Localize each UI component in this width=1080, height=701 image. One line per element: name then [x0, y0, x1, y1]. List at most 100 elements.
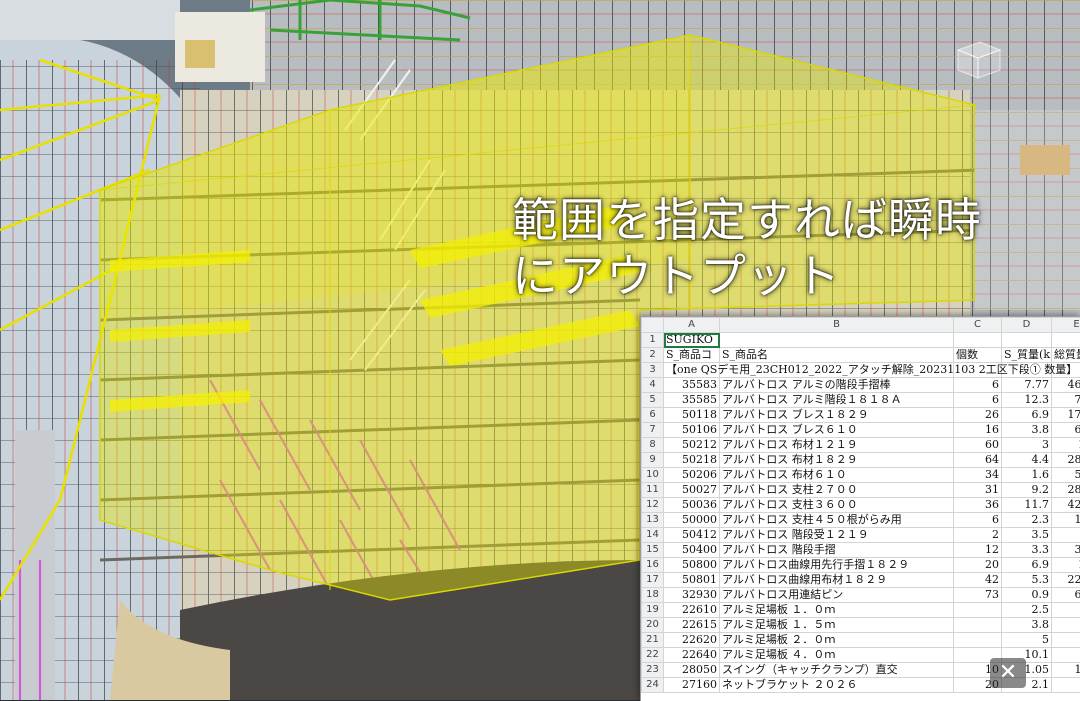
cell-e[interactable]: 138: [1052, 558, 1080, 573]
cell-d[interactable]: 2.5: [1002, 603, 1052, 618]
cell-e[interactable]: 39.6: [1052, 543, 1080, 558]
column-header-c[interactable]: C: [954, 318, 1002, 333]
cell-e[interactable]: 60.8: [1052, 423, 1080, 438]
cell-b[interactable]: ネットブラケット ２０２６: [720, 678, 954, 693]
cell-a[interactable]: 50400: [664, 543, 720, 558]
cell-c[interactable]: 6: [954, 513, 1002, 528]
cell-b[interactable]: アルバトロス 布材６１０: [720, 468, 954, 483]
cell-a[interactable]: 50206: [664, 468, 720, 483]
cell-e[interactable]: 180: [1052, 438, 1080, 453]
cell-c[interactable]: 26: [954, 408, 1002, 423]
cell-d[interactable]: 7.77: [1002, 378, 1052, 393]
cell-c[interactable]: 20: [954, 558, 1002, 573]
cell-c[interactable]: 2: [954, 528, 1002, 543]
cell-b[interactable]: スイング（キャッチクランプ）直交: [720, 663, 954, 678]
cell-b[interactable]: アルバトロス曲線用先行手摺１８２９: [720, 558, 954, 573]
cell-b[interactable]: アルミ足場板 ４．０ｍ: [720, 648, 954, 663]
row-number[interactable]: 10: [642, 468, 664, 483]
cell-e[interactable]: 73.8: [1052, 393, 1080, 408]
cell-e[interactable]: 0: [1052, 633, 1080, 648]
cell-b[interactable]: アルバトロス 支柱４５０根がらみ用: [720, 513, 954, 528]
row-number[interactable]: 24: [642, 678, 664, 693]
cell-a[interactable]: 50218: [664, 453, 720, 468]
cell-c[interactable]: 42: [954, 573, 1002, 588]
row-number[interactable]: 19: [642, 603, 664, 618]
row-number[interactable]: 3: [642, 363, 664, 378]
row-number[interactable]: 13: [642, 513, 664, 528]
cell-b[interactable]: アルバトロス アルミ階段１８１８Ａ: [720, 393, 954, 408]
cell-e[interactable]: 54.4: [1052, 468, 1080, 483]
cell-a[interactable]: 22610: [664, 603, 720, 618]
cell-b[interactable]: アルバトロス用連結ピン: [720, 588, 954, 603]
row-number[interactable]: 16: [642, 558, 664, 573]
cell-c[interactable]: 6: [954, 378, 1002, 393]
row-number[interactable]: 8: [642, 438, 664, 453]
cell-a[interactable]: 50212: [664, 438, 720, 453]
cell-b[interactable]: アルバトロス 支柱３６００: [720, 498, 954, 513]
column-header-b[interactable]: B: [720, 318, 954, 333]
cell-d[interactable]: 6.9: [1002, 408, 1052, 423]
cell-b[interactable]: アルミ足場板 １．０ｍ: [720, 603, 954, 618]
cell-a[interactable]: 50000: [664, 513, 720, 528]
cell-e[interactable]: 179.4: [1052, 408, 1080, 423]
cell-d[interactable]: 5.3: [1002, 573, 1052, 588]
cell-c[interactable]: 60: [954, 438, 1002, 453]
row-number[interactable]: 6: [642, 408, 664, 423]
cell-c[interactable]: 6: [954, 393, 1002, 408]
cell-b[interactable]: アルバトロス 階段受１２１９: [720, 528, 954, 543]
cell-b[interactable]: アルバトロス ブレス６１０: [720, 423, 954, 438]
cell-a[interactable]: 50036: [664, 498, 720, 513]
cell-a[interactable]: 27160: [664, 678, 720, 693]
cell-c[interactable]: 16: [954, 423, 1002, 438]
cell-c[interactable]: 31: [954, 483, 1002, 498]
row-number[interactable]: 23: [642, 663, 664, 678]
cell-d[interactable]: 6.9: [1002, 558, 1052, 573]
cell-c[interactable]: 73: [954, 588, 1002, 603]
cell-d[interactable]: 3.8: [1002, 618, 1052, 633]
row-number[interactable]: 5: [642, 393, 664, 408]
cell-d[interactable]: 3: [1002, 438, 1052, 453]
cell-e[interactable]: 46.62: [1052, 378, 1080, 393]
cell-d[interactable]: 4.4: [1002, 453, 1052, 468]
cell-a[interactable]: 22640: [664, 648, 720, 663]
cell-e[interactable]: 222.6: [1052, 573, 1080, 588]
cell-a[interactable]: 35585: [664, 393, 720, 408]
row-number[interactable]: 20: [642, 618, 664, 633]
row-number[interactable]: 12: [642, 498, 664, 513]
cell-e[interactable]: 65.7: [1052, 588, 1080, 603]
cell-d[interactable]: 2.3: [1002, 513, 1052, 528]
cell-b[interactable]: アルミ足場板 １．５ｍ: [720, 618, 954, 633]
row-number[interactable]: 1: [642, 333, 664, 348]
cell-b[interactable]: アルバトロス 布材１２１９: [720, 438, 954, 453]
cell-b[interactable]: アルバトロス曲線用布材１８２９: [720, 573, 954, 588]
cell-c[interactable]: 個数: [954, 348, 1002, 363]
row-number[interactable]: 14: [642, 528, 664, 543]
cell-d[interactable]: 9.2: [1002, 483, 1052, 498]
row-number[interactable]: 21: [642, 633, 664, 648]
column-header-d[interactable]: D: [1002, 318, 1052, 333]
cell-a[interactable]: 50118: [664, 408, 720, 423]
cell-a[interactable]: 22620: [664, 633, 720, 648]
cell-e[interactable]: 0: [1052, 618, 1080, 633]
cell-d[interactable]: 3.3: [1002, 543, 1052, 558]
cell-b[interactable]: アルバトロス ブレス１８２９: [720, 408, 954, 423]
cell-d[interactable]: S_質量(k: [1002, 348, 1052, 363]
row-number[interactable]: 18: [642, 588, 664, 603]
row-number[interactable]: 7: [642, 423, 664, 438]
cell-a[interactable]: 22615: [664, 618, 720, 633]
cell-d[interactable]: 5: [1002, 633, 1052, 648]
cell-a[interactable]: 35583: [664, 378, 720, 393]
row-number[interactable]: 4: [642, 378, 664, 393]
cell-c[interactable]: [954, 633, 1002, 648]
cell-d[interactable]: 1.6: [1002, 468, 1052, 483]
cell-d[interactable]: 3.5: [1002, 528, 1052, 543]
cell-b[interactable]: アルバトロス 布材１８２９: [720, 453, 954, 468]
cell-e[interactable]: 10.5: [1052, 663, 1080, 678]
cell-d[interactable]: 12.3: [1002, 393, 1052, 408]
cell-c[interactable]: 36: [954, 498, 1002, 513]
row-number[interactable]: 17: [642, 573, 664, 588]
cell-a[interactable]: 50412: [664, 528, 720, 543]
row-number[interactable]: 9: [642, 453, 664, 468]
cell-c[interactable]: [954, 618, 1002, 633]
cell-a[interactable]: 50027: [664, 483, 720, 498]
